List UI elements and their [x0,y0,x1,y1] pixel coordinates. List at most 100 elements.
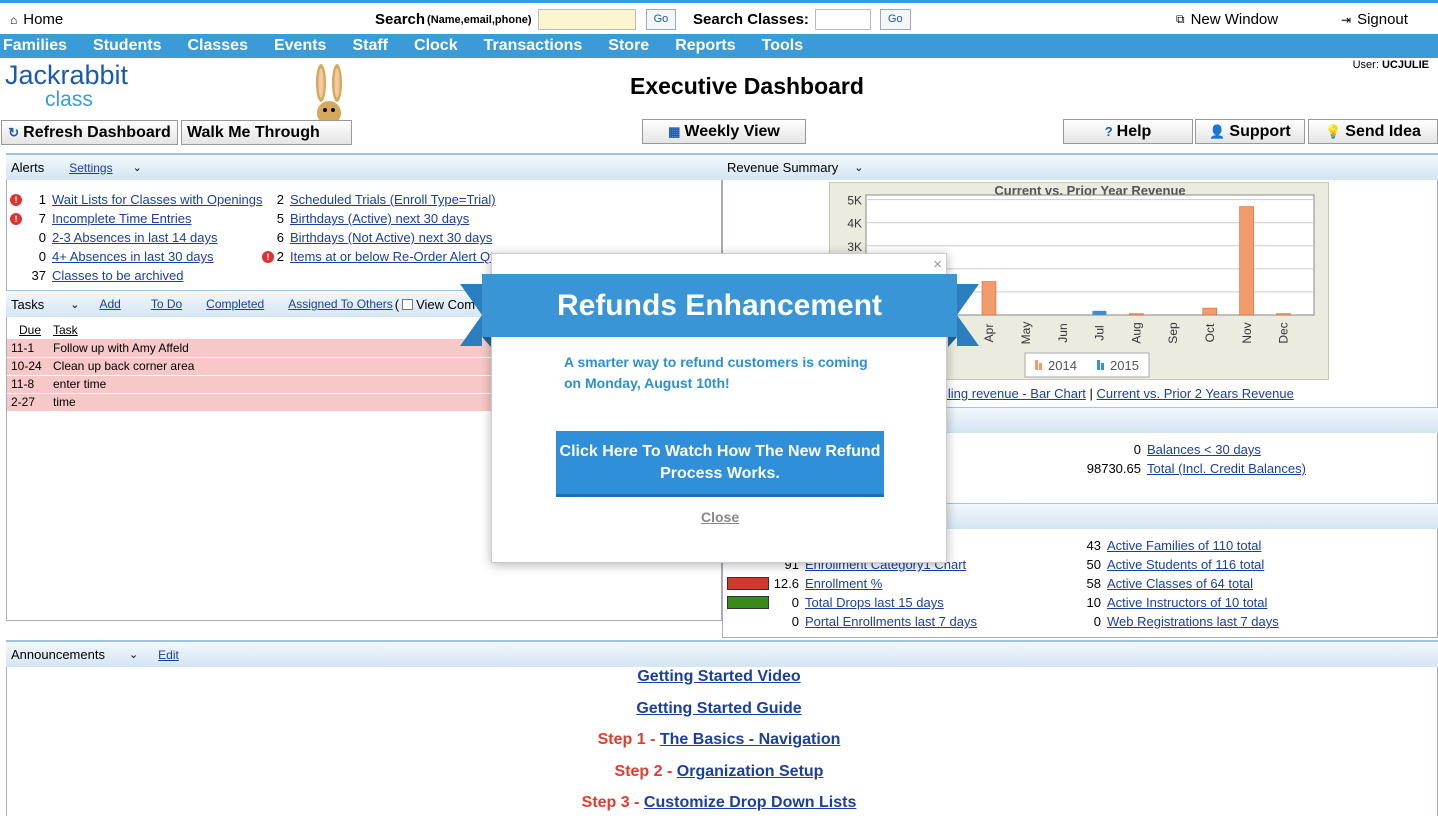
task-text: Clean up back corner area [49,357,495,376]
x-tick-label: Jul [1093,325,1107,340]
alert-count: 0 [38,230,46,245]
enrollment-value: 12.6 [773,576,799,591]
enrollment-row: 12.6 Enrollment % [727,576,882,591]
tasks-completed-link[interactable]: Completed [206,297,264,311]
task-due: 2-27 [7,393,49,412]
send-idea-button[interactable]: 💡 Send Idea [1308,119,1438,144]
alert-link[interactable]: Classes to be archived [52,268,184,283]
search-classes-group: Search Classes: Go [693,9,911,30]
help-button[interactable]: ? Help [1063,119,1193,144]
enrollment-link[interactable]: Enrollment % [805,576,882,591]
view-completed-checkbox[interactable] [402,298,414,310]
walk-me-through-button[interactable]: Walk Me Through [181,120,352,145]
alert-row: !04+ Absences in last 30 days [10,247,262,266]
alert-link[interactable]: Items at or below Re-Order Alert Qty [290,249,500,264]
chevron-down-icon[interactable]: ⌄ [133,161,142,174]
alert-link[interactable]: 2-3 Absences in last 14 days [52,230,218,245]
task-text: enter time [49,375,495,394]
bar-2014-Nov [1239,206,1254,316]
watch-video-button[interactable]: Click Here To Watch How The New Refund P… [556,431,884,497]
new-window-link[interactable]: ⧉ New Window [1176,11,1278,28]
announcements-edit-link[interactable]: Edit [158,648,179,662]
table-row[interactable]: 11-1 Follow up with Amy Affeld [7,339,495,358]
getting-started-guide-link[interactable]: Getting Started Guide [636,700,801,717]
tasks-table: Due Task 11-1 Follow up with Amy Affeld 10-… [7,321,495,412]
ribbon-fold-left [482,337,491,347]
alert-link[interactable]: Birthdays (Not Active) next 30 days [290,230,492,245]
step-link[interactable]: Customize Drop Down Lists [644,794,856,811]
chevron-down-icon[interactable]: ⌄ [70,298,79,311]
prior-years-revenue-link[interactable]: Current vs. Prior 2 Years Revenue [1097,386,1294,401]
tasks-add-link[interactable]: Add [99,297,120,311]
step-link[interactable]: Organization Setup [677,763,824,780]
home-link[interactable]: ⌂ Home [10,11,63,28]
getting-started-video-link[interactable]: Getting Started Video [637,668,800,685]
balance-value: 0 [1133,442,1141,457]
alerts-settings-link[interactable]: Settings [69,161,112,175]
support-button[interactable]: 👤 Support [1195,119,1305,144]
trailing-revenue-link[interactable]: iling revenue - Bar Chart [945,386,1086,401]
table-row[interactable]: 11-8 enter time [7,375,495,394]
balance-link[interactable]: Total (Incl. Credit Balances) [1147,461,1306,476]
chevron-down-icon[interactable]: ⌄ [854,161,863,174]
search-input[interactable] [537,9,636,30]
tasks-todo-link[interactable]: To Do [151,297,182,311]
nav-clock[interactable]: Clock [414,37,458,55]
alert-link[interactable]: Birthdays (Active) next 30 days [290,211,469,226]
nav-events[interactable]: Events [274,37,326,55]
nav-tools[interactable]: Tools [762,37,803,55]
enrollment-link[interactable]: Portal Enrollments last 7 days [805,614,977,629]
weekly-view-button[interactable]: ▦ Weekly View [642,119,806,144]
nav-staff[interactable]: Staff [352,37,388,55]
enrollment-stat-link[interactable]: Web Registrations last 7 days [1107,614,1279,629]
enrollment-stat-row: 0 Web Registrations last 7 days [1060,614,1279,629]
search-go-button[interactable]: Go [645,9,677,30]
enrollment-stat-link[interactable]: Active Classes of 64 total [1107,576,1253,591]
alert-link[interactable]: Wait Lists for Classes with Openings [52,192,262,207]
alert-icon: ! [10,193,22,206]
alert-row: !5Birthdays (Active) next 30 days [262,209,500,228]
nav-reports[interactable]: Reports [675,37,735,55]
revenue-links: iling revenue - Bar Chart | Current vs. … [945,386,1294,401]
refresh-icon: ↻ [8,124,20,140]
y-tick-label: 4K [847,217,862,231]
chevron-down-icon[interactable]: ⌄ [129,648,138,661]
enrollment-stat-value: 0 [1093,614,1101,629]
modal-title: Refunds Enhancement [482,274,957,337]
search-classes-go-button[interactable]: Go [879,9,911,30]
nav-transactions[interactable]: Transactions [484,37,583,55]
alert-link[interactable]: Incomplete Time Entries [52,211,191,226]
alert-count: 2 [276,249,284,264]
refresh-dashboard-button[interactable]: ↻ Refresh Dashboard [1,120,178,145]
nav-store[interactable]: Store [608,37,649,55]
alert-link[interactable]: 4+ Absences in last 30 days [52,249,214,264]
nav-classes[interactable]: Classes [187,37,248,55]
table-row[interactable]: 2-27 time [7,393,495,412]
bar-2014-Dec [1276,313,1291,316]
x-tick-label: Jun [1056,323,1070,342]
enrollment-link[interactable]: Total Drops last 15 days [805,595,944,610]
alert-link[interactable]: Scheduled Trials (Enroll Type=Trial) [290,192,496,207]
nav-students[interactable]: Students [93,37,161,55]
task-due: 11-8 [7,375,49,394]
modal-close-icon[interactable]: × [933,256,942,273]
table-row[interactable]: 10-24 Clean up back corner area [7,357,495,376]
balance-link[interactable]: Balances < 30 days [1147,442,1261,457]
tasks-assigned-link[interactable]: Assigned To Others [288,297,393,311]
step-link[interactable]: The Basics - Navigation [660,731,841,748]
col-task[interactable]: Task [49,321,495,339]
nav-families[interactable]: Families [3,37,67,55]
signout-link[interactable]: ⇥ Signout [1341,11,1408,28]
task-due: 11-1 [7,339,49,358]
enrollment-stat-link[interactable]: Active Families of 110 total [1107,538,1261,553]
enrollment-stat-link[interactable]: Active Students of 116 total [1107,557,1264,572]
announcements-header: Announcements ⌄ Edit [6,640,1438,667]
alert-row: !2Scheduled Trials (Enroll Type=Trial) [262,190,500,209]
modal-close-link[interactable]: Close [701,509,739,525]
alerts-header: Alerts Settings ⌄ [6,153,722,180]
bar-2015-Jul [1092,310,1107,315]
search-classes-input[interactable] [814,9,871,30]
enrollment-stat-link[interactable]: Active Instructors of 10 total [1107,595,1267,610]
task-due: 10-24 [7,357,49,376]
col-due[interactable]: Due [7,321,49,339]
